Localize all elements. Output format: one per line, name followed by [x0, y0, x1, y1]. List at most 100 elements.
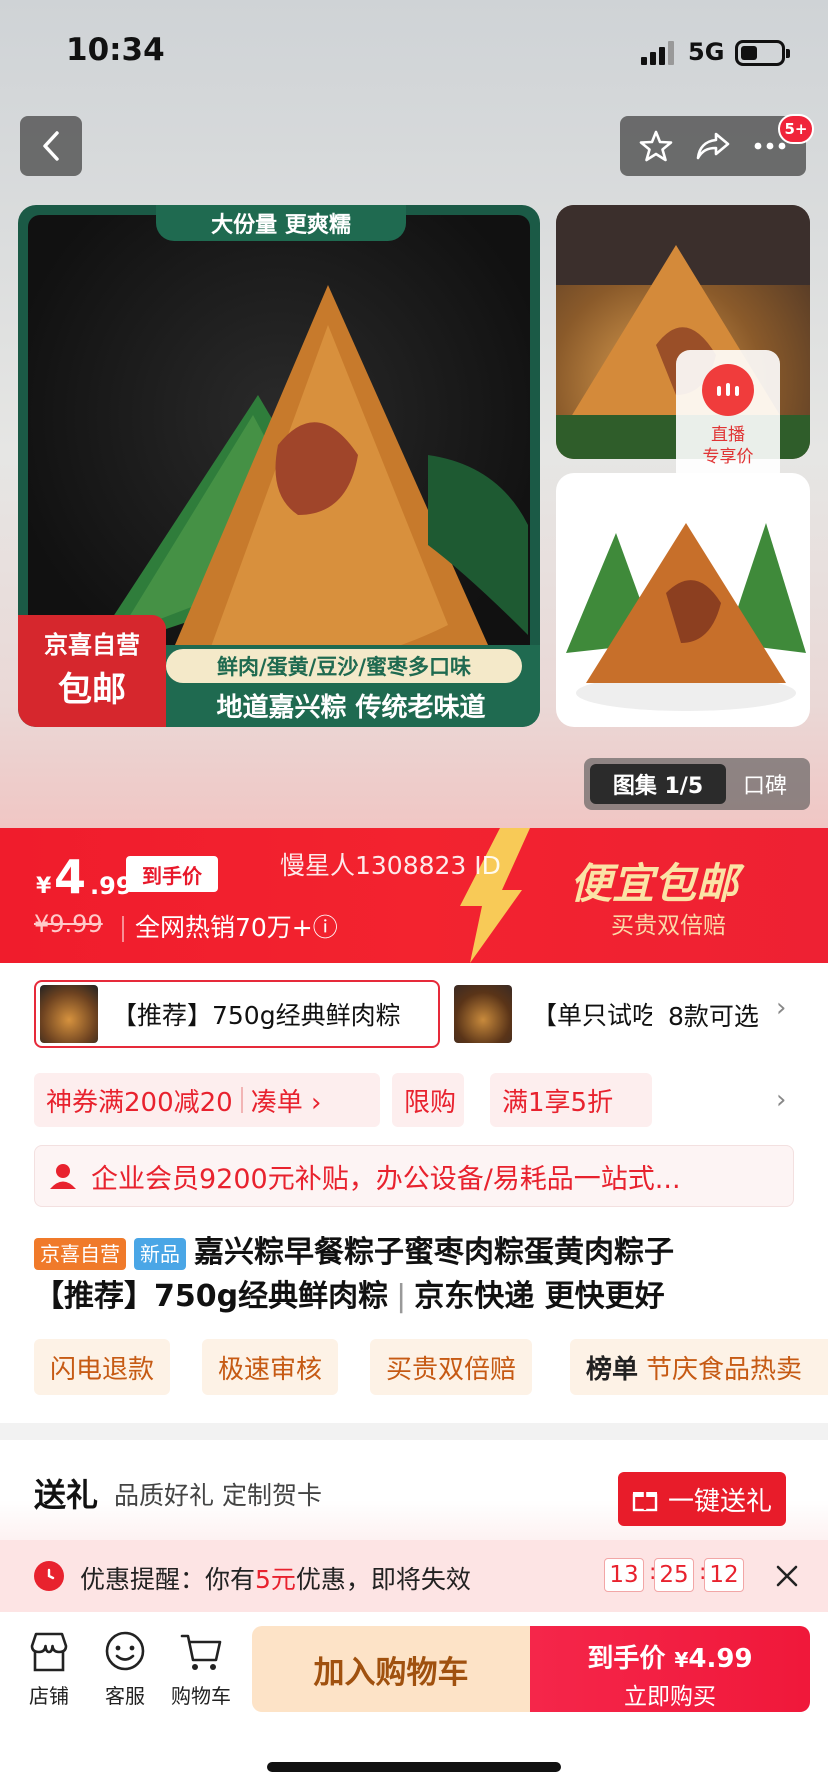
- gallery-thumb-2[interactable]: [556, 473, 810, 727]
- new-tag: 新品: [134, 1237, 186, 1270]
- service-tag[interactable]: 极速审核: [202, 1339, 339, 1395]
- product-title: 京喜自营 新品 嘉兴粽早餐粽子蜜枣肉粽蛋黄肉粽子 【推荐】750g经典鲜肉粽 | 京东快…: [34, 1235, 674, 1314]
- seal-line2: 包邮: [58, 670, 126, 710]
- main-product-image[interactable]: 大份量 更爽糯 鲜肉/蛋黄/豆沙/蜜枣多口味 地道嘉兴粽 传统老味道 京喜自营 …: [18, 205, 540, 727]
- chat-icon: [105, 1631, 145, 1671]
- coupon-action[interactable]: 凑单 ›: [251, 1082, 322, 1119]
- gallery-tabs: 图集 1/5 口碑: [584, 758, 810, 810]
- sales-info[interactable]: 全网热销70万+ⓘ: [135, 908, 338, 944]
- ranking-prefix: 榜单: [586, 1354, 639, 1385]
- reminder-amount: 5元: [255, 1565, 296, 1594]
- price-banner: ¥ 4 .99 到手价 ¥9.99 全网热销70万+ⓘ 慢星人1308823 I…: [0, 828, 828, 963]
- chevron-right-icon[interactable]: ›: [776, 993, 786, 1023]
- add-to-cart-button[interactable]: 加入购物车: [252, 1626, 530, 1712]
- countdown-minutes: 25: [654, 1558, 694, 1592]
- service-label: 闪电退款: [50, 1354, 155, 1385]
- live-line2: 专享价: [702, 447, 754, 467]
- buy-price: 4.99: [688, 1644, 753, 1674]
- store-icon: [30, 1632, 68, 1672]
- buy-now-label: 立即购买: [624, 1684, 716, 1710]
- self-operated-seal: 京喜自营 包邮: [18, 615, 166, 727]
- feature-flavors: 鲜肉/蛋黄/豆沙/蜜枣多口味: [166, 649, 522, 683]
- nav-store-label: 店铺: [29, 1684, 69, 1708]
- more-icon: [754, 142, 786, 150]
- service-tag[interactable]: 买贵双倍赔: [370, 1339, 533, 1395]
- coupon-item[interactable]: 神券满200减20 凑单 ›: [34, 1073, 380, 1127]
- message-badge: 5+: [778, 114, 814, 144]
- reminder-text: 优惠提醒：你有5元优惠，即将失效: [80, 1565, 471, 1594]
- variant-thumb: [454, 985, 512, 1043]
- feature-slogan: 地道嘉兴粽 传统老味道: [216, 692, 486, 723]
- star-icon: [640, 130, 673, 162]
- countdown-hours: 13: [604, 1558, 644, 1592]
- nav-cart-label: 购物车: [171, 1684, 231, 1708]
- final-price-tag: 到手价: [126, 856, 218, 892]
- self-operated-tag: 京喜自营: [34, 1237, 126, 1270]
- ranking-tag[interactable]: 榜单 节庆食品热卖: [570, 1339, 828, 1395]
- tab-gallery[interactable]: 图集 1/5: [590, 764, 726, 804]
- buy-now-button[interactable]: 到手价 ¥4.99 立即购买: [530, 1626, 810, 1712]
- seal-line1: 京喜自营: [44, 631, 140, 659]
- coupon-item[interactable]: 限购: [392, 1073, 464, 1127]
- home-indicator: [267, 1762, 561, 1772]
- variant-label: 【推荐】750g经典鲜肉粽: [112, 1001, 401, 1030]
- user-icon: [50, 1164, 76, 1189]
- cart-icon: [180, 1634, 222, 1670]
- network-type: 5G: [688, 38, 725, 66]
- clock-icon: [34, 1561, 64, 1591]
- live-icon: [702, 364, 754, 416]
- status-time: 10:34: [66, 32, 165, 68]
- title-variant: 【推荐】750g经典鲜肉粽: [34, 1279, 389, 1314]
- ranking-label: 节庆食品热卖: [646, 1354, 803, 1385]
- discount-reminder[interactable]: 优惠提醒：你有5元优惠，即将失效 13 : 25 : 12: [0, 1540, 828, 1612]
- live-line1: 直播: [711, 425, 745, 445]
- coupon-label: 神券满200减20: [46, 1087, 233, 1118]
- price-divider: [122, 916, 124, 942]
- member-banner[interactable]: 企业会员9200元补贴，办公设备/易耗品一站式...: [34, 1145, 794, 1207]
- member-text: 企业会员9200元补贴，办公设备/易耗品一站式...: [91, 1163, 681, 1195]
- share-button[interactable]: [691, 124, 735, 168]
- tab-reviews[interactable]: 口碑: [726, 768, 804, 800]
- buy-price-line: 到手价 ¥4.99: [587, 1644, 753, 1674]
- gift-subtitle: 品质好礼 定制贺卡: [114, 1481, 322, 1510]
- close-reminder-button[interactable]: [774, 1558, 804, 1594]
- more-variants[interactable]: 8款可选: [668, 997, 759, 1033]
- service-label: 买贵双倍赔: [386, 1354, 517, 1385]
- signal-icon: [641, 41, 677, 65]
- gift-icon: [632, 1492, 658, 1512]
- back-button[interactable]: [20, 116, 82, 176]
- variant-option[interactable]: 【单只试吃】: [454, 982, 652, 1046]
- nav-cart[interactable]: 购物车: [168, 1630, 234, 1709]
- coupon-item[interactable]: 满1享5折: [490, 1073, 652, 1127]
- chevron-right-icon[interactable]: ›: [776, 1085, 786, 1115]
- chevron-left-icon: [43, 131, 59, 161]
- nav-service[interactable]: 客服: [92, 1630, 158, 1709]
- price-integer: 4: [54, 850, 87, 904]
- coupon-label: 满1享5折: [502, 1087, 614, 1118]
- promo-title: 便宜包邮: [570, 859, 739, 908]
- user-watermark: 慢星人1308823 ID: [280, 851, 501, 880]
- title-delivery: 京东快递 更快更好: [414, 1279, 665, 1314]
- image-banner: 大份量 更爽糯: [156, 205, 406, 241]
- gift-title: 送礼: [34, 1476, 99, 1514]
- variant-label: 【单只试吃】: [532, 1001, 652, 1030]
- original-price: ¥9.99: [34, 910, 103, 938]
- service-tag[interactable]: 闪电退款: [34, 1339, 171, 1395]
- live-price-button[interactable]: 直播 专享价: [676, 350, 780, 486]
- send-gift-button[interactable]: 一键送礼: [618, 1472, 786, 1526]
- variant-selected[interactable]: 【推荐】750g经典鲜肉粽: [34, 980, 440, 1048]
- send-gift-label: 一键送礼: [667, 1486, 772, 1517]
- price-currency: ¥: [36, 874, 52, 899]
- favorite-button[interactable]: [634, 124, 678, 168]
- status-bar: 10:34 5G: [0, 0, 828, 100]
- nav-store[interactable]: 店铺: [16, 1630, 82, 1709]
- title-line1: 嘉兴粽早餐粽子蜜枣肉粽蛋黄肉粽子: [194, 1235, 674, 1270]
- nav-service-label: 客服: [105, 1684, 145, 1708]
- service-label: 极速审核: [218, 1354, 323, 1385]
- countdown-seconds: 12: [704, 1558, 744, 1592]
- close-icon: [776, 1565, 798, 1587]
- promo-subtitle: 买贵双倍赔: [611, 913, 726, 939]
- variant-thumb: [40, 985, 98, 1043]
- battery-icon: [735, 40, 790, 66]
- product-info: 【推荐】750g经典鲜肉粽 【单只试吃】 8款可选 › 神券满200减20 凑单…: [0, 963, 828, 1423]
